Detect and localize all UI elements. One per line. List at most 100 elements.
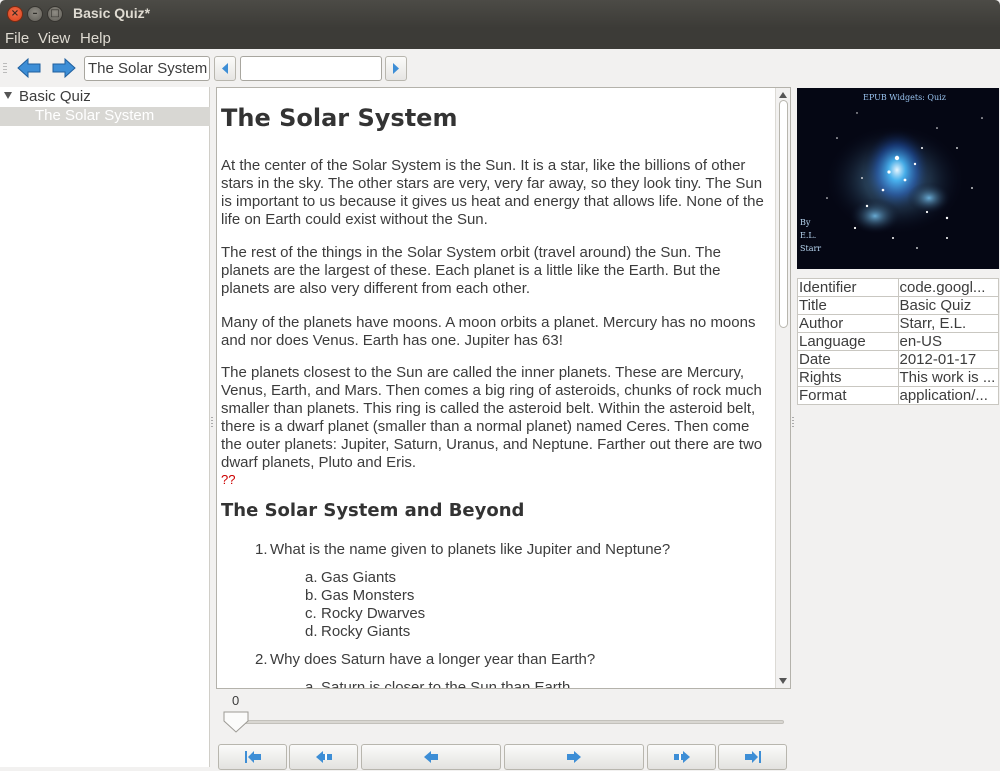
table-row: Author Starr, E.L. <box>797 314 999 333</box>
paragraph: Many of the planets have moons. A moon o… <box>221 314 756 349</box>
option-letter: a. <box>305 569 318 586</box>
cover-image: EPUB Widgets: Quiz By E.L. Starr <box>797 88 999 269</box>
question-number: 2. <box>255 651 268 668</box>
content-view[interactable]: The Solar System At the center of the So… <box>216 87 791 689</box>
toolbar-grip[interactable] <box>3 63 7 75</box>
meta-value[interactable]: code.googl... <box>897 278 999 297</box>
meta-key: Author <box>797 314 899 333</box>
search-next-button[interactable] <box>385 56 407 81</box>
forward-button[interactable] <box>51 56 77 80</box>
meta-value[interactable]: en-US <box>897 332 999 351</box>
tree-item-label: Basic Quiz <box>19 88 91 105</box>
triangle-left-icon <box>222 63 228 74</box>
meta-value[interactable]: application/... <box>897 386 999 405</box>
previous-chapter-button[interactable] <box>289 744 358 770</box>
meta-value[interactable]: This work is ... <box>897 368 999 387</box>
quiz-option[interactable]: Gas Monsters <box>321 587 414 604</box>
left-splitter[interactable] <box>210 87 215 767</box>
paragraph: At the center of the Solar System is the… <box>221 157 764 228</box>
metadata-table: Identifier code.googl... Title Basic Quiz … <box>797 278 999 405</box>
table-row: Date 2012-01-17 <box>797 350 999 369</box>
table-row: Title Basic Quiz <box>797 296 999 315</box>
quiz-option[interactable]: Gas Giants <box>321 569 396 586</box>
meta-value[interactable]: Basic Quiz <box>897 296 999 315</box>
meta-key: Language <box>797 332 899 351</box>
scroll-down-icon[interactable] <box>779 678 787 684</box>
title-bar: × – □ Basic Quiz* <box>0 0 1000 28</box>
question-text: What is the name given to planets like J… <box>270 541 671 558</box>
table-row: Identifier code.googl... <box>797 278 999 297</box>
maximize-window-button[interactable]: □ <box>47 6 63 22</box>
search-prev-button[interactable] <box>214 56 236 81</box>
arrow-right-icon <box>567 751 581 763</box>
minimize-window-button[interactable]: – <box>27 6 43 22</box>
cover-title: EPUB Widgets: Quiz <box>863 93 946 102</box>
triangle-right-icon <box>393 63 399 74</box>
arrow-left-icon <box>424 751 438 763</box>
scroll-thumb[interactable] <box>779 100 788 328</box>
tree-item-label: The Solar System <box>35 107 155 124</box>
option-letter: c. <box>305 605 317 622</box>
galaxy-image <box>825 112 983 249</box>
menu-bar: File View Help <box>0 28 1000 49</box>
cover-author-line: E.L. <box>800 231 817 240</box>
table-row: Language en-US <box>797 332 999 351</box>
first-page-button[interactable] <box>218 744 287 770</box>
section-heading: The Solar System and Beyond <box>221 500 525 521</box>
meta-value[interactable]: 2012-01-17 <box>897 350 999 369</box>
option-letter: a. <box>305 679 318 689</box>
menu-help[interactable]: Help <box>80 30 111 47</box>
quiz-option[interactable]: Rocky Dwarves <box>321 605 425 622</box>
content-scrollbar[interactable] <box>775 88 790 688</box>
question-number: 1. <box>255 541 268 558</box>
last-page-button[interactable] <box>718 744 787 770</box>
cover-author: By E.L. Starr <box>800 216 821 255</box>
arrow-right-icon <box>673 751 690 763</box>
back-button[interactable] <box>16 56 42 80</box>
arrow-right-icon <box>52 57 76 79</box>
scroll-up-icon[interactable] <box>779 92 787 98</box>
option-letter: b. <box>305 587 318 604</box>
right-panel-background <box>797 404 999 769</box>
slider-value: 0 <box>232 693 240 708</box>
expand-arrow-icon[interactable] <box>4 92 12 99</box>
minimize-icon: – <box>32 8 38 19</box>
meta-key: Title <box>797 296 899 315</box>
table-row: Format application/... <box>797 386 999 405</box>
cover-author-line: Starr <box>800 244 822 253</box>
meta-key: Identifier <box>797 278 899 297</box>
right-splitter[interactable] <box>791 87 796 767</box>
missing-widget-marker: ?? <box>221 472 236 487</box>
next-page-button[interactable] <box>504 744 644 770</box>
option-letter: d. <box>305 623 318 640</box>
slider-handle-icon <box>223 711 249 733</box>
quiz-option[interactable]: Rocky Giants <box>321 623 410 640</box>
question-text: Why does Saturn have a longer year than … <box>270 651 596 668</box>
meta-key: Rights <box>797 368 899 387</box>
paragraph: The planets closest to the Sun are calle… <box>221 364 763 471</box>
skip-first-icon <box>244 751 261 763</box>
location-field[interactable]: The Solar System <box>84 56 210 81</box>
menu-file[interactable]: File <box>5 30 29 47</box>
maximize-icon: □ <box>50 8 60 19</box>
next-chapter-button[interactable] <box>647 744 716 770</box>
menu-view[interactable]: View <box>38 30 70 47</box>
close-icon: × <box>10 8 20 19</box>
toc-tree: Basic Quiz The Solar System <box>0 87 210 767</box>
table-row: Rights This work is ... <box>797 368 999 387</box>
cover-by: By <box>800 218 811 227</box>
skip-last-icon <box>744 751 761 763</box>
search-input[interactable] <box>240 56 382 81</box>
paragraph: The rest of the things in the Solar Syst… <box>221 244 721 297</box>
meta-value[interactable]: Starr, E.L. <box>897 314 999 333</box>
close-window-button[interactable]: × <box>7 6 23 22</box>
page-slider[interactable] <box>226 720 784 724</box>
arrow-left-icon <box>17 57 41 79</box>
quiz-option[interactable]: Saturn is closer to the Sun than Earth <box>321 679 570 688</box>
previous-page-button[interactable] <box>361 744 501 770</box>
tree-item-the-solar-system[interactable]: The Solar System <box>0 107 210 126</box>
slider-handle[interactable] <box>222 711 250 733</box>
tree-item-root[interactable]: Basic Quiz <box>0 88 210 107</box>
arrow-left-icon <box>315 751 332 763</box>
app-window: × – □ Basic Quiz* File View Help The Sol… <box>0 0 1000 771</box>
